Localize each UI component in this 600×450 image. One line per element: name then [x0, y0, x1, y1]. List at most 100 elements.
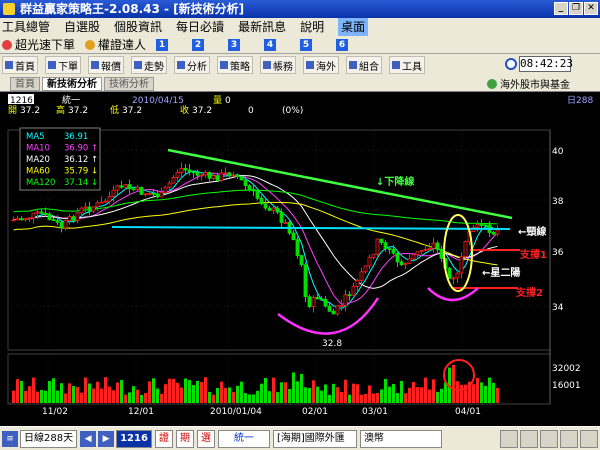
quick-slot-6[interactable]: 6 — [336, 38, 349, 51]
quick-slot-3[interactable]: 3 — [228, 38, 241, 51]
volume-bar — [312, 380, 315, 403]
menu-desktop[interactable]: 桌面 — [338, 18, 369, 36]
futures-tag[interactable]: 期 — [175, 429, 194, 448]
toolbar-account-label: 帳務 — [273, 61, 293, 73]
warrant-button[interactable]: 權證達人 — [85, 36, 146, 54]
volume-bar — [260, 383, 263, 403]
chart-area[interactable]: 1216 統一 2010/04/15 量 0 日288 開 37.2 高 37.… — [0, 92, 600, 426]
tab-new-tech-analysis[interactable]: 新技術分析 — [42, 76, 102, 91]
candle-body — [187, 169, 192, 173]
menu-daily[interactable]: 每日必讀 — [176, 18, 224, 36]
volume-bar — [484, 385, 487, 403]
toolbar-order[interactable]: 下單 — [45, 56, 81, 74]
volume-bar — [340, 391, 343, 403]
period-select[interactable]: 日線288天 — [20, 429, 78, 448]
fast-order-button[interactable]: 超光速下單 — [2, 36, 75, 54]
volume-bar — [16, 379, 19, 403]
volume-bar — [180, 387, 183, 403]
menu-help[interactable]: 說明 — [300, 18, 324, 36]
close-button[interactable]: ✕ — [584, 2, 598, 15]
eraser-icon[interactable] — [560, 429, 578, 448]
menu-stock-info[interactable]: 個股資訊 — [114, 18, 162, 36]
candle-body — [371, 253, 376, 258]
volume-value: 0 — [225, 96, 231, 106]
quick-slot-5[interactable]: 5 — [300, 38, 313, 51]
candle-body — [303, 264, 308, 298]
candle-body — [315, 296, 320, 300]
volume-bar — [276, 392, 279, 403]
volume-bar — [56, 390, 59, 403]
fast-order-label: 超光速下單 — [15, 37, 76, 52]
candle-body — [275, 207, 280, 213]
candle-body — [395, 252, 400, 263]
volume-bar — [172, 378, 175, 403]
settings-icon[interactable] — [580, 429, 598, 448]
candle-body — [55, 220, 60, 223]
toolbar-overseas[interactable]: 海外 — [303, 56, 339, 74]
quick-slot-4[interactable]: 4 — [264, 38, 277, 51]
minimize-button[interactable]: _ — [554, 2, 568, 15]
toolbar-quote[interactable]: 報價 — [88, 56, 124, 74]
volume-bar — [224, 387, 227, 403]
x-tick-0401: 04/01 — [455, 407, 481, 417]
volume-bar — [380, 389, 383, 403]
low-label: 低 — [110, 104, 119, 116]
next-button[interactable]: ▶ — [98, 430, 115, 447]
change-value: 0 — [248, 106, 254, 116]
candle-body — [439, 248, 444, 259]
options-tag[interactable]: 選 — [196, 429, 215, 448]
menu-tools[interactable]: 工具總管 — [2, 18, 50, 36]
volume-bar — [164, 384, 167, 403]
security-tag[interactable]: 證 — [154, 429, 173, 448]
candlestick-chart[interactable]: 1216 統一 2010/04/15 量 0 日288 開 37.2 高 37.… — [0, 92, 600, 426]
tools-icon — [392, 61, 400, 69]
downtrend-label: ↓下降線 — [376, 175, 414, 188]
low-value: 37.2 — [122, 106, 142, 116]
quick-slot-1[interactable]: 1 — [156, 38, 169, 51]
candle-body — [87, 206, 92, 212]
currency-select[interactable]: 澳幣 — [359, 429, 442, 448]
candle-body — [147, 193, 152, 195]
candle-body — [251, 188, 256, 192]
candle-body — [159, 192, 164, 198]
restore-button[interactable]: ❐ — [569, 2, 583, 15]
tab-tech-analysis[interactable]: 技術分析 — [104, 76, 154, 91]
status-menu-icon[interactable]: ≡ — [2, 430, 18, 447]
market-select[interactable]: [海期]國際外匯 — [272, 429, 357, 448]
candle-body — [291, 232, 296, 241]
volume-bar — [200, 382, 203, 403]
ma-legend-value: 36.91 — [64, 132, 88, 142]
volume-bar — [64, 393, 67, 403]
menu-news[interactable]: 最新訊息 — [238, 18, 286, 36]
stock-code-input[interactable]: 1216 — [116, 429, 152, 448]
quick-slot-2[interactable]: 2 — [192, 38, 205, 51]
volume-bar — [280, 382, 283, 403]
volume-bar — [356, 384, 359, 403]
toolbar-analysis[interactable]: 分析 — [174, 56, 210, 74]
add-icon[interactable] — [500, 429, 518, 448]
volume-bar — [24, 390, 27, 403]
tab-home[interactable]: 首頁 — [10, 76, 40, 91]
wrench-icon[interactable] — [520, 429, 538, 448]
volume-bar — [204, 377, 207, 403]
menu-watchlist[interactable]: 自選股 — [64, 18, 100, 36]
toolbar-account[interactable]: 帳務 — [260, 56, 296, 74]
toolbar-strategy[interactable]: 策略 — [217, 56, 253, 74]
warrant-icon — [85, 39, 96, 50]
volume-bar — [432, 379, 435, 403]
toolbar-home[interactable]: 首頁 — [2, 56, 38, 74]
candle-body — [179, 167, 184, 173]
candle-body — [235, 174, 240, 177]
globe-icon — [487, 78, 497, 89]
candle-body — [299, 255, 304, 266]
draw-icon[interactable] — [540, 429, 558, 448]
title-bar: 群益贏家策略王-2.08.43 - [新技術分析] _ ❐ ✕ — [0, 0, 600, 18]
prev-button[interactable]: ◀ — [80, 430, 97, 447]
toolbar-trend[interactable]: 走勢 — [131, 56, 167, 74]
candle-body — [215, 175, 220, 181]
volume-bar — [92, 388, 95, 403]
toolbar-tools[interactable]: 工具 — [389, 56, 425, 74]
candle-body — [231, 174, 236, 177]
toolbar-combo[interactable]: 組合 — [346, 56, 382, 74]
overseas-link[interactable]: 海外股市與基金 — [487, 76, 570, 91]
